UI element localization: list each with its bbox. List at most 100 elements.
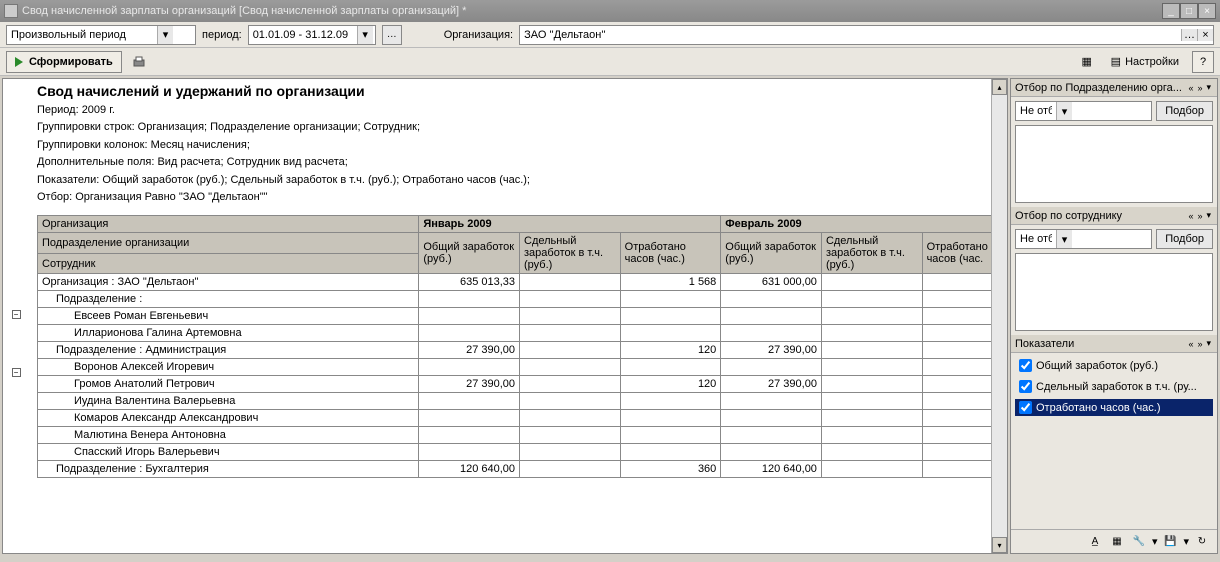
dropdown-icon[interactable]: ▾ xyxy=(1056,102,1072,120)
row-label: Воронов Алексей Игоревич xyxy=(38,359,419,376)
indicator-checkbox[interactable] xyxy=(1019,359,1032,372)
panel-prev-icon[interactable]: « xyxy=(1186,83,1195,93)
scroll-up-icon[interactable]: ▴ xyxy=(992,79,1007,95)
cell xyxy=(620,444,721,461)
col-sub2: Сдельный заработок в т.ч. (руб.) xyxy=(520,233,621,274)
col-sub5: Сдельный заработок в т.ч. (руб.) xyxy=(821,233,922,274)
scroll-down-icon[interactable]: ▾ xyxy=(992,537,1007,553)
cell xyxy=(721,325,822,342)
cell xyxy=(520,410,621,427)
row-label: Подразделение : xyxy=(38,291,419,308)
panel-prev-icon[interactable]: « xyxy=(1186,339,1195,349)
font-icon[interactable]: A̲ xyxy=(1086,533,1104,551)
maximize-button[interactable]: □ xyxy=(1180,3,1198,19)
emp-pick-button[interactable]: Подбор xyxy=(1156,229,1213,249)
period-type-combo[interactable]: ▾ xyxy=(6,25,196,45)
table-row[interactable]: Подразделение : Бухгалтерия 120 640,00 3… xyxy=(38,461,992,478)
row-label: Подразделение : Администрация xyxy=(38,342,419,359)
vertical-scrollbar[interactable]: ▴ ▾ xyxy=(991,79,1007,553)
wrench-icon[interactable]: 🔧 xyxy=(1130,533,1148,551)
cell xyxy=(821,359,922,376)
dropdown-icon[interactable]: ▾ xyxy=(1056,230,1072,248)
table-row[interactable]: Спасский Игорь Валерьевич xyxy=(38,444,992,461)
settings-button[interactable]: ▤ Настройки xyxy=(1104,51,1186,73)
cell xyxy=(821,427,922,444)
period-value-combo[interactable]: ▾ xyxy=(248,25,376,45)
grid-icon[interactable]: ▦ xyxy=(1108,533,1126,551)
cell xyxy=(520,291,621,308)
panel-prev-icon[interactable]: « xyxy=(1186,211,1195,221)
cell xyxy=(721,308,822,325)
cell xyxy=(419,308,520,325)
cell xyxy=(419,291,520,308)
emp-listbox[interactable] xyxy=(1015,253,1213,331)
dept-filter-combo[interactable]: ▾ xyxy=(1015,101,1152,121)
row-label: Подразделение : Бухгалтерия xyxy=(38,461,419,478)
cell xyxy=(821,393,922,410)
table-row[interactable]: Громов Анатолий Петрович 27 390,00 120 2… xyxy=(38,376,992,393)
tree-collapse-node[interactable]: − xyxy=(12,310,21,319)
panel-dd-icon[interactable]: ▾ xyxy=(1204,338,1213,349)
period-value-dropdown-icon[interactable]: ▾ xyxy=(357,26,373,44)
cell: 120 640,00 xyxy=(721,461,822,478)
tree-collapse-node[interactable]: − xyxy=(12,368,21,377)
org-input[interactable] xyxy=(520,29,1181,41)
refresh-icon[interactable]: ↻ xyxy=(1193,533,1211,551)
org-field[interactable]: … × xyxy=(519,25,1214,45)
indicator-row-selected[interactable]: Отработано часов (час.) xyxy=(1015,399,1213,416)
window-title: Свод начисленной зарплаты организаций [С… xyxy=(22,5,1162,17)
period-dialog-button[interactable]: … xyxy=(382,25,402,45)
row-label: Организация : ЗАО "Дельтаон" xyxy=(38,274,419,291)
cell xyxy=(620,410,721,427)
side-panel: Отбор по Подразделению орга... « » ▾ ▾ П… xyxy=(1010,78,1218,554)
save-icon[interactable]: 💾 xyxy=(1161,533,1179,551)
generate-button[interactable]: Сформировать xyxy=(6,51,122,73)
org-clear-icon[interactable]: × xyxy=(1197,29,1213,41)
report-title: Свод начислений и удержаний по организац… xyxy=(37,83,983,99)
table-row[interactable]: Подразделение : Администрация 27 390,00 … xyxy=(38,342,992,359)
emp-filter-input[interactable] xyxy=(1016,233,1056,245)
dept-filter-input[interactable] xyxy=(1016,105,1056,117)
close-button[interactable]: × xyxy=(1198,3,1216,19)
org-select-icon[interactable]: … xyxy=(1181,29,1197,41)
table-row[interactable]: Евсеев Роман Евгеньевич xyxy=(38,308,992,325)
indicator-row[interactable]: Сдельный заработок в т.ч. (ру... xyxy=(1015,378,1213,395)
indicator-row[interactable]: Общий заработок (руб.) xyxy=(1015,357,1213,374)
indicator-checkbox[interactable] xyxy=(1019,380,1032,393)
period-value-input[interactable] xyxy=(249,29,357,41)
grid-icon-button[interactable]: ▦ xyxy=(1076,51,1098,73)
row-label: Евсеев Роман Евгеньевич xyxy=(38,308,419,325)
cell xyxy=(419,325,520,342)
print-button[interactable] xyxy=(128,51,150,73)
panel-ind-title: Показатели xyxy=(1015,338,1186,350)
minimize-button[interactable]: _ xyxy=(1162,3,1180,19)
panel-next-icon[interactable]: » xyxy=(1195,339,1204,349)
col-dept: Подразделение организации xyxy=(38,233,419,254)
table-row[interactable]: Иудина Валентина Валерьевна xyxy=(38,393,992,410)
cell xyxy=(520,461,621,478)
col-sub6: Отработано часов (час. xyxy=(922,233,991,274)
indicator-checkbox[interactable] xyxy=(1019,401,1032,414)
table-row[interactable]: Воронов Алексей Игоревич xyxy=(38,359,992,376)
panel-next-icon[interactable]: » xyxy=(1195,83,1204,93)
period-type-dropdown-icon[interactable]: ▾ xyxy=(157,26,173,44)
cell: 120 xyxy=(620,376,721,393)
dept-pick-button[interactable]: Подбор xyxy=(1156,101,1213,121)
report-table: Организация Январь 2009 Февраль 2009 Под… xyxy=(37,215,991,478)
report-content[interactable]: Свод начислений и удержаний по организац… xyxy=(29,79,991,553)
report-meta-line: Группировки колонок: Месяц начисления; xyxy=(37,138,983,153)
table-row[interactable]: Комаров Александр Александрович xyxy=(38,410,992,427)
table-row[interactable]: Илларионова Галина Артемовна xyxy=(38,325,992,342)
emp-filter-combo[interactable]: ▾ xyxy=(1015,229,1152,249)
panel-dd-icon[interactable]: ▾ xyxy=(1204,82,1213,93)
table-row[interactable]: Организация : ЗАО "Дельтаон" 635 013,33 … xyxy=(38,274,992,291)
dept-listbox[interactable] xyxy=(1015,125,1213,203)
table-row[interactable]: Подразделение : xyxy=(38,291,992,308)
period-type-input[interactable] xyxy=(7,29,157,41)
panel-ind-header: Показатели « » ▾ xyxy=(1011,335,1217,353)
cell xyxy=(620,359,721,376)
help-button[interactable]: ? xyxy=(1192,51,1214,73)
panel-dd-icon[interactable]: ▾ xyxy=(1204,210,1213,221)
panel-next-icon[interactable]: » xyxy=(1195,211,1204,221)
table-row[interactable]: Малютина Венера Антоновна xyxy=(38,427,992,444)
